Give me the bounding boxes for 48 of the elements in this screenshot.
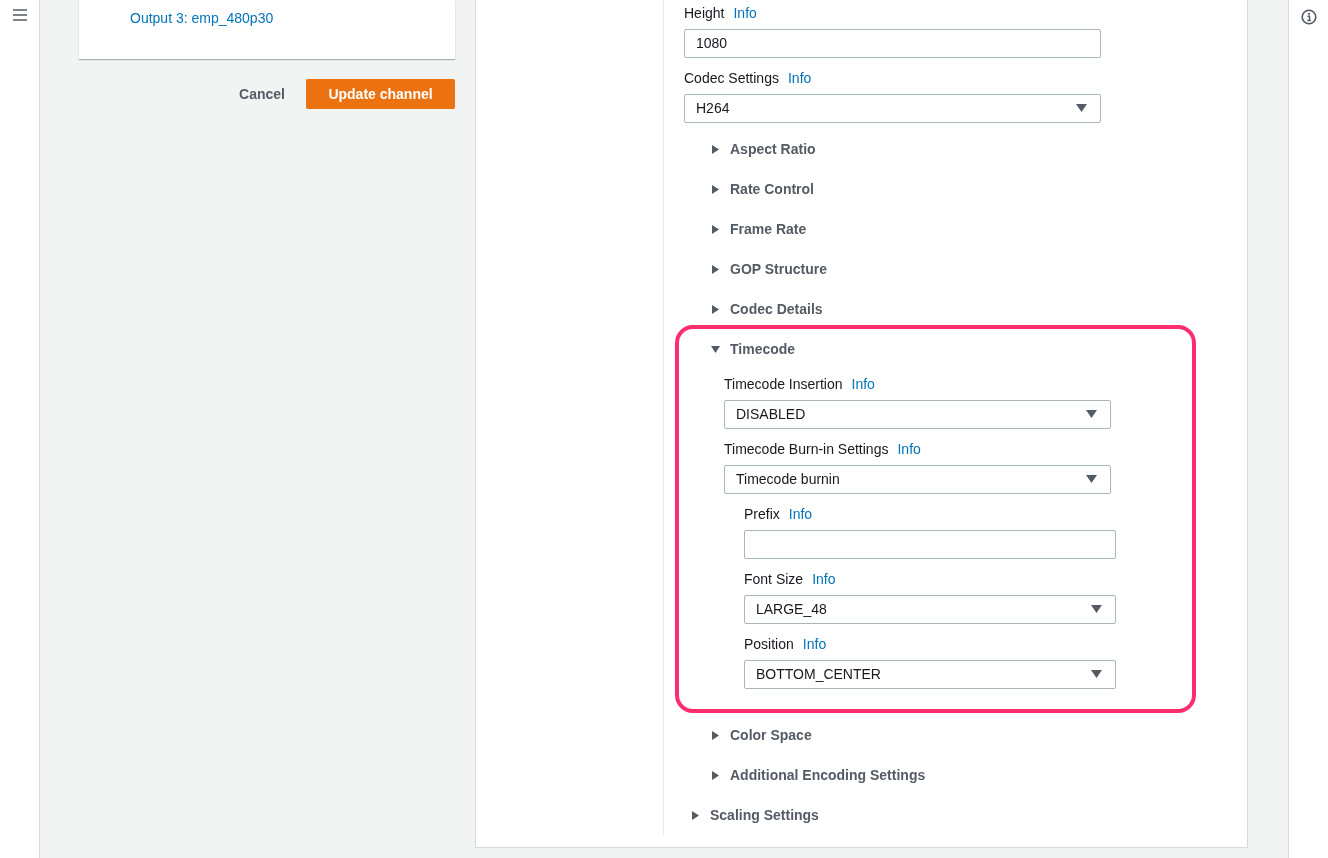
info-link[interactable]: Info (787, 68, 812, 88)
triangle-icon (691, 810, 700, 820)
input-field[interactable] (744, 530, 1116, 559)
section-toggle[interactable]: Codec Details (711, 289, 1247, 329)
caret-icon (1086, 410, 1097, 418)
info-link[interactable]: Info (802, 634, 827, 654)
section-toggle[interactable]: Scaling Settings (691, 795, 1247, 835)
triangle-icon (711, 770, 720, 780)
triangle-icon (711, 144, 720, 154)
info-link[interactable]: Info (851, 374, 875, 394)
section-toggle[interactable]: Aspect Ratio (711, 129, 1247, 169)
info-icon[interactable] (1300, 9, 1317, 25)
info-link[interactable]: Info (733, 3, 757, 23)
select-dropdown[interactable]: DISABLED (724, 400, 1111, 429)
triangle-icon (711, 224, 720, 234)
field-label: Timecode Insertion (724, 375, 843, 394)
section-toggle[interactable]: Rate Control (711, 169, 1247, 209)
field-label: Prefix (744, 505, 780, 524)
cancel-button[interactable]: Cancel (239, 86, 285, 102)
info-link[interactable]: Info (897, 439, 921, 459)
triangle-icon (711, 345, 720, 353)
select-dropdown[interactable]: LARGE_48 (744, 595, 1116, 624)
caret-icon (1086, 475, 1097, 483)
menu-icon[interactable] (12, 9, 27, 21)
caret-icon (1091, 605, 1102, 613)
select-dropdown[interactable]: H264 (684, 94, 1101, 123)
section-toggle[interactable]: Timecode (711, 329, 1247, 369)
info-link[interactable]: Info (812, 569, 836, 589)
triangle-icon (711, 730, 720, 740)
field-label: Codec Settings (684, 69, 779, 88)
field-label: Font Size (744, 570, 804, 589)
caret-icon (1091, 670, 1102, 678)
field-label: Position (744, 635, 794, 654)
triangle-icon (711, 184, 720, 194)
section-toggle[interactable]: GOP Structure (711, 249, 1247, 289)
triangle-icon (711, 304, 720, 314)
section-toggle[interactable]: Color Space (711, 715, 1247, 755)
field-label: Timecode Burn-in Settings (724, 440, 889, 459)
triangle-icon (711, 264, 720, 274)
section-toggle[interactable]: Frame Rate (711, 209, 1247, 249)
output-link[interactable]: Output 3: emp_480p30 (130, 10, 274, 26)
select-dropdown[interactable]: BOTTOM_CENTER (744, 660, 1116, 689)
select-dropdown[interactable]: Timecode burnin (724, 465, 1111, 494)
section-toggle[interactable]: Additional Encoding Settings (711, 755, 1247, 795)
info-link[interactable]: Info (788, 504, 813, 524)
field-label: Height (684, 4, 725, 23)
caret-icon (1076, 104, 1087, 112)
input-field[interactable]: 1080 (684, 29, 1101, 58)
